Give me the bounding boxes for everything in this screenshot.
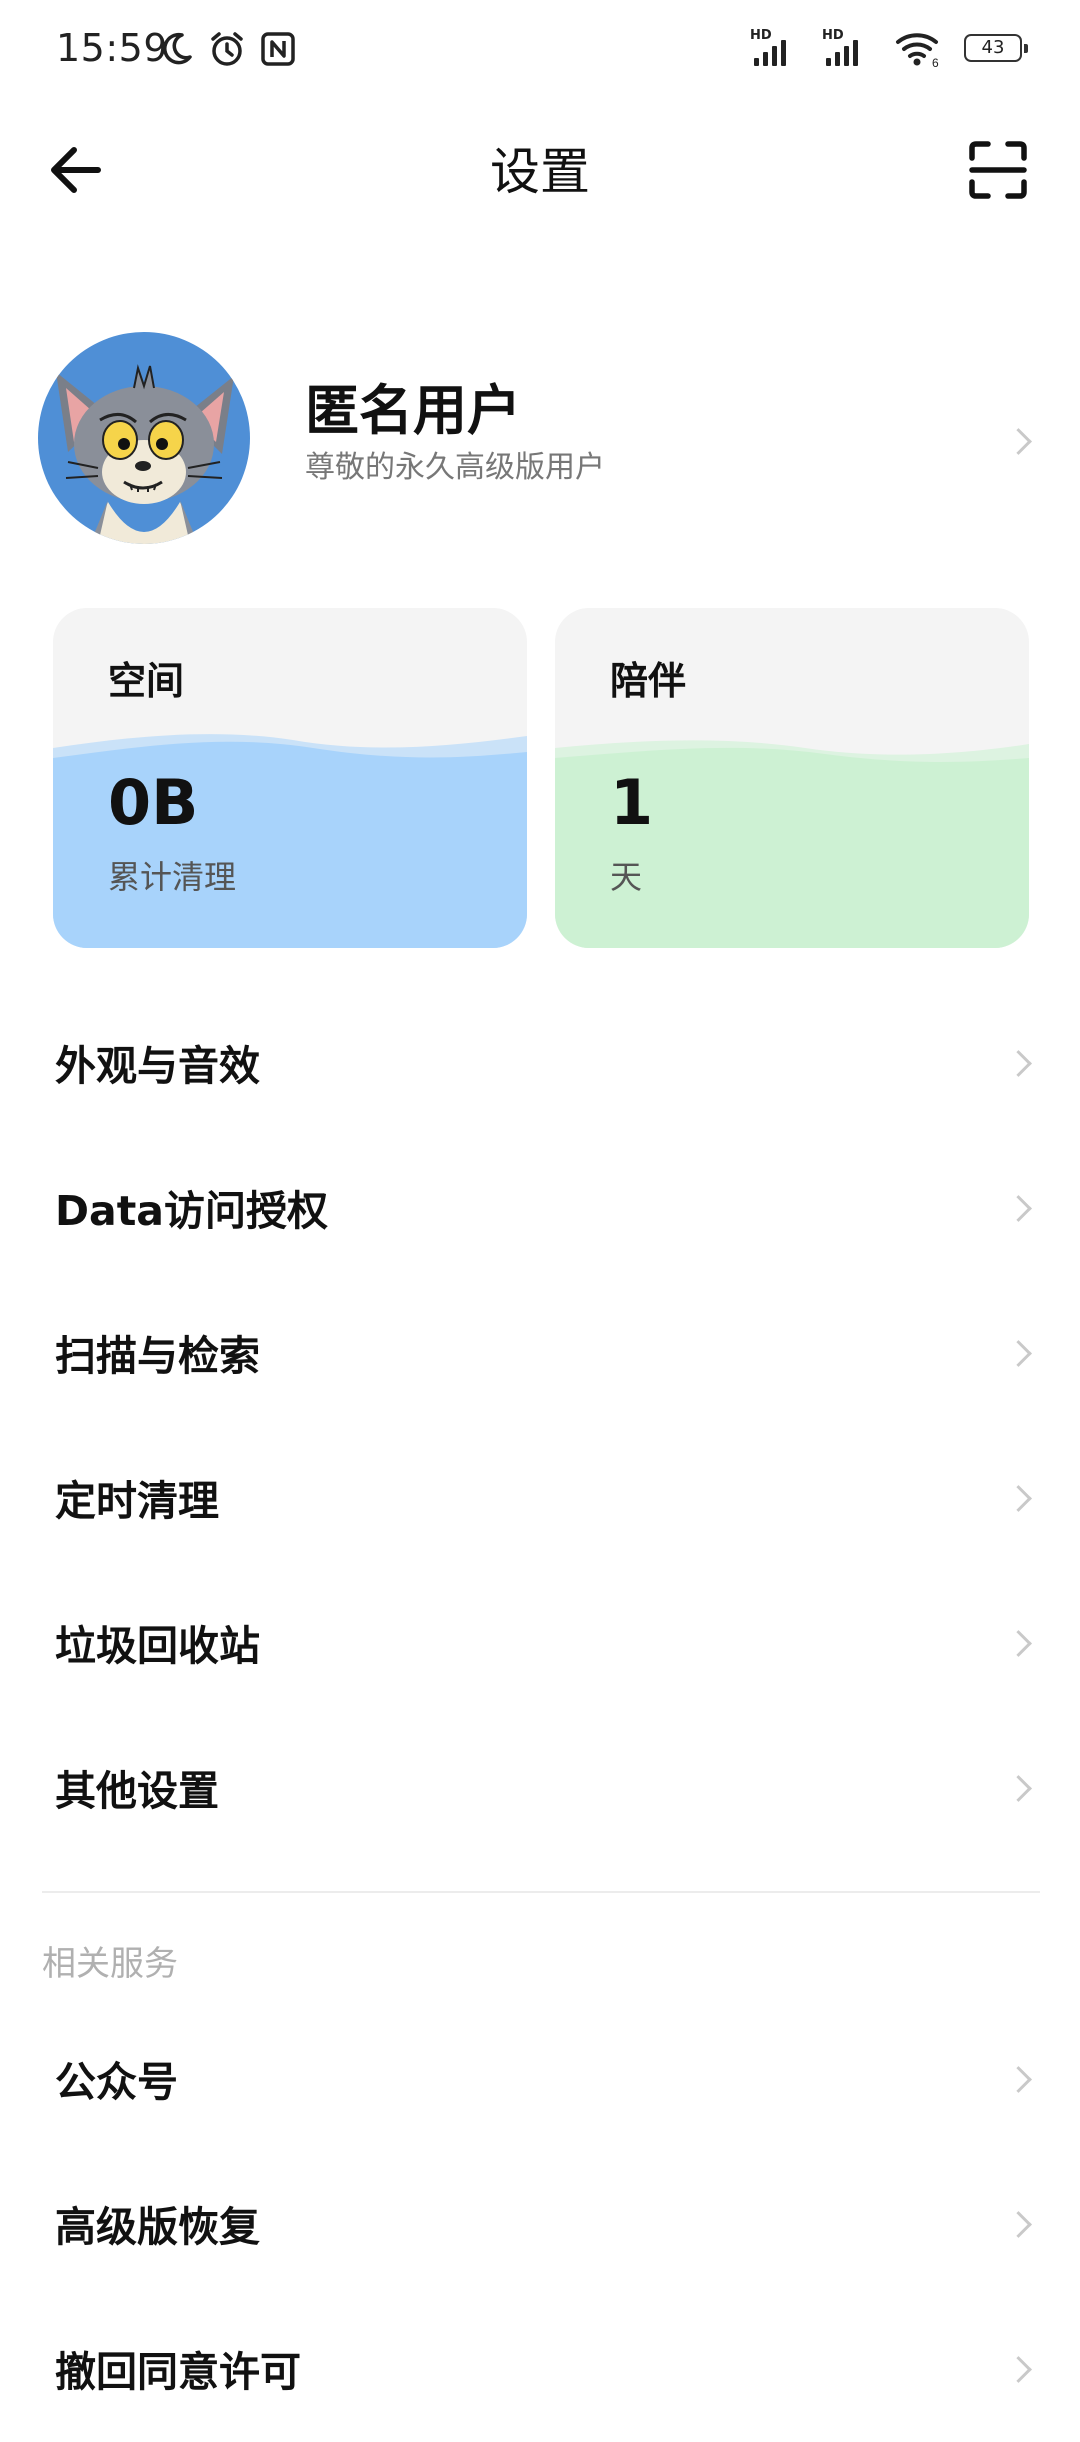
menu-item-scheduled-clean[interactable]: 定时清理 [0, 1427, 1080, 1571]
chevron-right-icon [1005, 1340, 1032, 1367]
battery-level: 43 [981, 37, 1005, 58]
menu-item-label: 外观与音效 [55, 1042, 260, 1090]
section-header-related: 相关服务 [42, 1944, 178, 1984]
chevron-right-icon [1005, 1485, 1032, 1512]
chevron-right-icon [1005, 2211, 1032, 2238]
scan-button[interactable] [958, 130, 1038, 210]
space-card[interactable]: 空间 0B 累计清理 [53, 608, 527, 948]
moon-icon [163, 32, 192, 65]
status-time: 15:59 [56, 26, 169, 70]
menu-item-label: Data访问授权 [55, 1187, 328, 1235]
profile-row[interactable]: 匿名用户 尊敬的永久高级版用户 [0, 320, 1080, 550]
chevron-right-icon [1005, 1630, 1032, 1657]
menu-item-appearance[interactable]: 外观与音效 [0, 992, 1080, 1136]
profile-subtitle: 尊敬的永久高级版用户 [305, 450, 605, 485]
menu-item-label: 垃圾回收站 [55, 1622, 260, 1670]
menu-item-label: 高级版恢复 [55, 2203, 260, 2251]
menu-item-scan-search[interactable]: 扫描与检索 [0, 1282, 1080, 1426]
chevron-right-icon [1005, 428, 1032, 455]
menu-item-label: 公众号 [55, 2058, 178, 2106]
space-card-title: 空间 [108, 659, 185, 703]
space-card-value: 0B [108, 766, 199, 839]
avatar-cat-image [38, 332, 250, 544]
page-title: 设置 [490, 143, 590, 201]
menu-item-premium-restore[interactable]: 高级版恢复 [0, 2153, 1080, 2297]
chevron-right-icon [1005, 1775, 1032, 1802]
status-icons-right: HD HD 6 43 [750, 28, 1028, 68]
days-card[interactable]: 陪伴 1 天 [555, 608, 1029, 948]
nfc-icon [261, 32, 295, 66]
menu-item-label: 撤回同意许可 [55, 2348, 301, 2396]
menu-item-label: 扫描与检索 [55, 1332, 260, 1380]
days-card-title: 陪伴 [610, 659, 687, 703]
chevron-right-icon [1005, 2066, 1032, 2093]
alarm-icon [211, 32, 243, 66]
chevron-right-icon [1005, 2356, 1032, 2383]
avatar [38, 332, 250, 544]
menu-item-label: 其他设置 [55, 1767, 219, 1815]
chevron-right-icon [1005, 1195, 1032, 1222]
status-icons-left [158, 30, 296, 68]
menu-item-official-account[interactable]: 公众号 [0, 2008, 1080, 2152]
chevron-right-icon [1005, 1050, 1032, 1077]
menu-item-recycle-bin[interactable]: 垃圾回收站 [0, 1572, 1080, 1716]
wifi-icon: 6 [896, 33, 939, 68]
signal-hd-icon: HD [822, 28, 872, 68]
menu-item-other-settings[interactable]: 其他设置 [0, 1717, 1080, 1861]
space-card-caption: 累计清理 [108, 858, 237, 896]
scan-icon [969, 141, 1027, 199]
signal-hd-icon: HD [750, 28, 800, 68]
section-divider [42, 1891, 1040, 1893]
profile-name: 匿名用户 [305, 379, 521, 442]
days-card-value: 1 [610, 766, 654, 839]
menu-item-label: 定时清理 [55, 1477, 219, 1525]
wifi-badge: 6 [932, 56, 939, 68]
status-bar: 15:59 HD HD 6 43 [0, 0, 1080, 100]
battery-icon: 43 [964, 34, 1028, 62]
menu-item-revoke-consent[interactable]: 撤回同意许可 [0, 2298, 1080, 2442]
menu-item-data-access[interactable]: Data访问授权 [0, 1137, 1080, 1281]
title-bar: 设置 [0, 110, 1080, 230]
days-card-caption: 天 [610, 858, 643, 896]
